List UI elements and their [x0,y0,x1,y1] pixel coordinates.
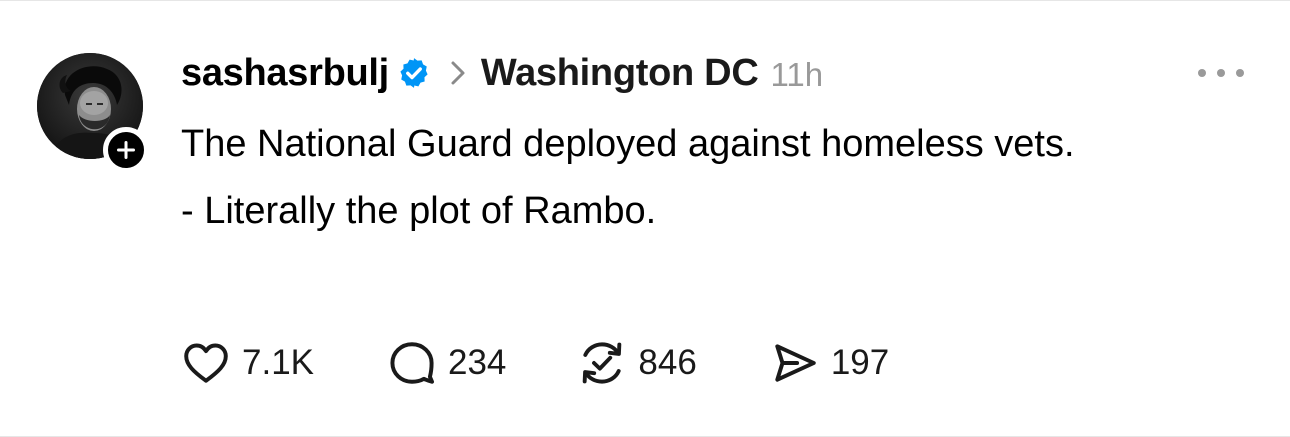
comment-icon [386,337,438,389]
heart-icon [180,337,232,389]
like-button[interactable]: 7.1K [180,337,314,389]
post-actions: 7.1K 234 846 197 [180,336,889,390]
repost-button[interactable]: 846 [576,337,697,389]
author-username[interactable]: sashasrbulj [181,52,389,95]
post-body: The National Guard deployed against home… [181,113,1201,242]
more-dot [1198,69,1206,77]
post-header: sashasrbulj Washington DC 11h [181,47,823,99]
post-text-line: - Literally the plot of Rambo. [181,190,657,232]
repost-count: 846 [638,343,697,382]
more-dot [1236,69,1244,77]
share-count: 197 [830,343,890,382]
thread-post: sashasrbulj Washington DC 11h The Nation… [0,0,1290,437]
verified-badge-icon [397,56,431,90]
follow-button[interactable] [103,127,149,173]
like-count: 7.1K [242,343,314,382]
repost-icon [576,337,628,389]
reply-button[interactable]: 234 [386,337,506,389]
topic-tag[interactable]: Washington DC [481,52,759,95]
send-icon [769,337,821,389]
chevron-right-icon [449,60,467,86]
avatar-container [37,53,149,173]
more-options-button[interactable] [1198,61,1244,85]
reply-count: 234 [448,343,507,382]
share-button[interactable]: 197 [769,337,889,389]
plus-icon [117,141,135,159]
post-text-line: The National Guard deployed against home… [181,123,1075,165]
more-dot [1217,69,1225,77]
post-timestamp: 11h [770,56,824,93]
